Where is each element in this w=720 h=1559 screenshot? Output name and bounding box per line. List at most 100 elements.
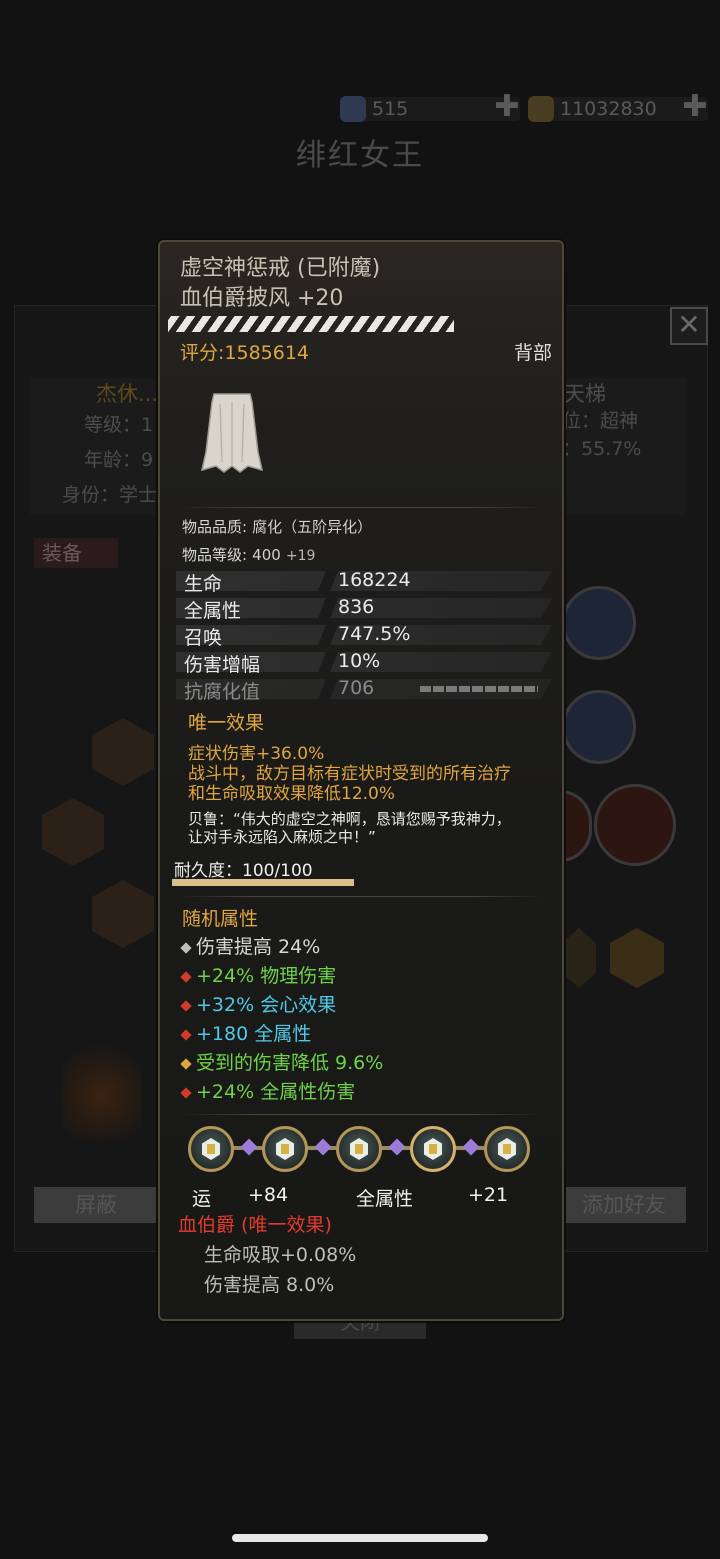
stat-row: 伤害增幅 10% <box>176 650 552 676</box>
block-button[interactable]: 屏蔽 <box>34 1187 158 1223</box>
gold-count: 11032830 <box>560 98 657 120</box>
gem-icon <box>340 96 366 122</box>
close-icon[interactable]: ✕ <box>670 307 708 345</box>
unique-effect-header: 唯一效果 <box>188 712 265 734</box>
moon-skill-icon[interactable] <box>562 690 636 764</box>
set-effect-header: 血伯爵 (唯一效果) <box>178 1214 332 1236</box>
stat-value: 836 <box>338 596 375 618</box>
stat-row: 召唤 747.5% <box>176 623 552 649</box>
divider-gems <box>180 1114 544 1115</box>
gem-socket-icon[interactable] <box>484 1126 530 1172</box>
stat-value: 747.5% <box>338 623 411 645</box>
item-slot: 背部 <box>513 342 552 364</box>
stat-value: 706 <box>338 677 375 699</box>
rank-label: 位：超神 <box>562 410 639 432</box>
random-attr-row: +24% 全属性伤害 <box>180 1077 356 1104</box>
cape-icon <box>200 393 264 473</box>
gold-counter: 11032830 <box>528 95 657 123</box>
item-rarity-stripe <box>168 316 454 332</box>
spider-skill-icon[interactable] <box>594 784 676 866</box>
add-gold-button[interactable]: ✚ <box>682 92 708 122</box>
attr-bullet-icon <box>180 941 192 954</box>
random-attr-row: +180 全属性 <box>180 1019 312 1046</box>
stat-value: 168224 <box>338 569 411 591</box>
stat-name: 伤害增幅 <box>184 654 261 676</box>
stat-name: 全属性 <box>184 600 242 622</box>
random-attr-row: 伤害提高 24% <box>180 932 321 959</box>
random-attr-text: +24% 物理伤害 <box>196 965 337 987</box>
item-score: 评分:1585614 <box>180 342 310 364</box>
random-attr-row: 受到的伤害降低 9.6% <box>180 1048 384 1075</box>
page-title: 绯红女王 <box>296 138 424 173</box>
gem-label: +84 <box>248 1184 289 1206</box>
gem-label: 全属性 <box>356 1188 414 1210</box>
divider-mid <box>180 896 544 897</box>
set-effect-line: 伤害提高 8.0% <box>204 1274 335 1296</box>
gem-socket-icon[interactable] <box>336 1126 382 1172</box>
stat-name: 生命 <box>184 573 223 595</box>
item-level-value: 400 <box>252 546 281 564</box>
link-jewel-icon <box>314 1138 332 1156</box>
unique-effect-line: 和生命吸取效果降低12.0% <box>188 784 396 804</box>
gem-socket-icon[interactable] <box>262 1126 308 1172</box>
attr-bullet-icon <box>180 970 192 983</box>
ladder-label: 天梯 <box>564 382 606 406</box>
random-attr-row: +24% 物理伤害 <box>180 961 337 988</box>
rose-skill-icon[interactable] <box>562 586 636 660</box>
random-attrs-header: 随机属性 <box>182 908 259 930</box>
item-level-bonus: +19 <box>285 548 316 564</box>
attr-bullet-icon <box>180 999 192 1012</box>
gem-count: 515 <box>372 98 409 120</box>
flavor-quote-line: 让对手永远陷入麻烦之中！” <box>188 828 376 846</box>
divider-top <box>180 507 544 508</box>
flame-effect <box>62 1030 142 1140</box>
stat-value: 10% <box>338 650 381 672</box>
rate-label: ：55.7% <box>562 438 642 460</box>
quality-value: 腐化（五阶异化） <box>252 518 373 536</box>
stat-row-resist: 抗腐化值 706 <box>176 677 552 703</box>
quality-label: 物品品质: <box>182 518 248 536</box>
item-name-line1: 虚空神惩戒 (已附魔) <box>180 256 381 281</box>
gold-icon <box>528 96 554 122</box>
stat-row: 全属性 836 <box>176 596 552 622</box>
random-attr-text: 伤害提高 24% <box>196 936 321 958</box>
random-attr-text: +180 全属性 <box>196 1023 312 1045</box>
add-friend-button[interactable]: 添加好友 <box>562 1187 686 1223</box>
equip-tab[interactable]: 装备 <box>34 538 118 568</box>
item-name-line2: 血伯爵披风 +20 <box>180 286 344 311</box>
item-level-row: 物品等级: 400 +19 <box>182 544 315 565</box>
quality-row: 物品品质: 腐化（五阶异化） <box>182 516 372 537</box>
item-level-label: 物品等级: <box>182 546 248 564</box>
player-level: 等级：1 <box>84 414 154 436</box>
player-identity: 身份：学士 <box>62 484 158 506</box>
random-attr-text: +32% 会心效果 <box>196 994 337 1016</box>
gem-label: +21 <box>468 1184 509 1206</box>
durability-label: 耐久度：100/100 <box>174 861 313 881</box>
gem-counter: 515 <box>340 95 408 123</box>
stat-row: 生命 168224 <box>176 569 552 595</box>
gem-label: 运 <box>192 1188 212 1210</box>
random-attr-row: +32% 会心效果 <box>180 990 337 1017</box>
player-age: 年龄：9 <box>84 449 154 471</box>
link-jewel-icon <box>240 1138 258 1156</box>
attr-bullet-icon <box>180 1057 192 1070</box>
stat-name: 召唤 <box>184 627 223 649</box>
item-tooltip: 虚空神惩戒 (已附魔) 血伯爵披风 +20 评分:1585614 背部 物品品质… <box>158 240 564 1321</box>
home-indicator[interactable] <box>232 1534 488 1542</box>
durability-fill <box>172 879 354 886</box>
gem-socket-crowned-icon[interactable] <box>410 1126 456 1172</box>
link-jewel-icon <box>462 1138 480 1156</box>
add-gems-button[interactable]: ✚ <box>494 92 520 122</box>
stat-name: 抗腐化值 <box>184 681 261 703</box>
durability-bar <box>172 879 354 886</box>
resist-bar <box>420 686 538 692</box>
gem-socket-icon[interactable] <box>188 1126 234 1172</box>
random-attr-text: +24% 全属性伤害 <box>196 1081 356 1103</box>
set-effect-line: 生命吸取+0.08% <box>204 1244 357 1266</box>
attr-bullet-icon <box>180 1086 192 1099</box>
gem-socket-row <box>188 1126 538 1178</box>
link-jewel-icon <box>388 1138 406 1156</box>
attr-bullet-icon <box>180 1028 192 1041</box>
player-name: 杰休... <box>96 382 159 406</box>
random-attr-text: 受到的伤害降低 9.6% <box>196 1052 384 1074</box>
